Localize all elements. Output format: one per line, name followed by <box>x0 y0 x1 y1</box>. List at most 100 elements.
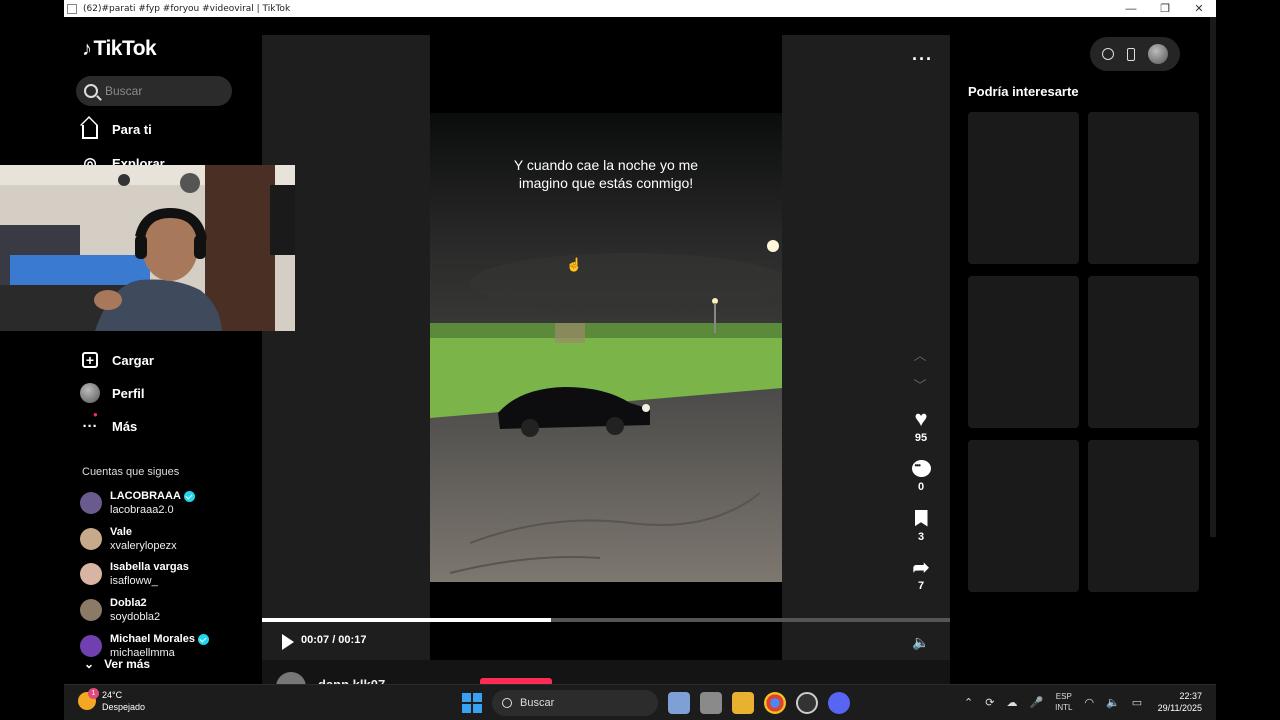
avatar <box>80 563 102 585</box>
more-options-button[interactable]: ··· <box>912 49 933 70</box>
account-handle: isafloww_ <box>110 575 158 587</box>
search-box[interactable] <box>76 76 232 106</box>
mouse-cursor-icon: ☝ <box>566 257 583 272</box>
restore-button[interactable]: ❐ <box>1148 2 1182 15</box>
recommendation-card[interactable] <box>968 440 1079 592</box>
share-count: 7 <box>917 580 925 592</box>
save-count: 3 <box>917 531 925 543</box>
chevron-down-icon: ⌄ <box>84 657 95 671</box>
recommendation-card[interactable] <box>1088 112 1199 264</box>
clock-date: 29/11/2025 <box>1157 703 1202 713</box>
account-name: Vale <box>110 526 133 538</box>
nav-label: Más <box>112 418 138 434</box>
recommendation-card[interactable] <box>1088 440 1199 592</box>
nav-item-perfil[interactable]: Perfil <box>80 383 145 403</box>
tiktok-logo[interactable]: ♪ TikTok <box>82 37 157 61</box>
like-button[interactable]: ♥ 95 <box>904 408 938 445</box>
cloud-icon[interactable]: ☁ <box>1006 696 1017 709</box>
comment-button[interactable]: 0 <box>904 457 938 493</box>
avatar <box>80 528 102 550</box>
volume-icon[interactable]: 🔈 <box>912 634 929 651</box>
see-more-label: Ver más <box>104 657 151 671</box>
system-clock[interactable]: 22:37 29/11/2025 <box>1152 690 1202 714</box>
following-account[interactable]: Dobla2 soydobla2 <box>80 596 160 624</box>
video-author-row: dann.klk07 <box>262 660 950 702</box>
phone-icon[interactable] <box>1126 47 1135 61</box>
language-indicator[interactable]: ESP INTL <box>1055 691 1072 713</box>
account-handle: soydobla2 <box>110 611 161 623</box>
widgets-app-icon[interactable] <box>668 692 690 714</box>
recommendation-card[interactable] <box>968 276 1079 428</box>
account-name: Isabella vargas <box>110 561 189 573</box>
profile-avatar[interactable] <box>1147 44 1168 64</box>
search-input[interactable] <box>105 84 215 98</box>
verified-icon <box>197 633 209 645</box>
battery-icon[interactable]: ▭ <box>1132 696 1142 709</box>
comment-count: 0 <box>917 481 925 493</box>
sync-icon[interactable]: ⟳ <box>985 696 994 709</box>
chrome-icon[interactable] <box>764 692 786 714</box>
account-handle: lacobraaa2.0 <box>110 504 174 516</box>
windows-start-icon[interactable] <box>462 693 482 713</box>
share-button[interactable]: ➦ 7 <box>904 556 938 593</box>
profile-avatar <box>80 383 100 403</box>
play-icon[interactable] <box>282 634 294 650</box>
weather-icon: 1 <box>78 688 99 710</box>
chevron-up-icon[interactable]: ⌃ <box>964 696 973 709</box>
tiktok-app: ♪ TikTok Para ti ◎ Explorar + Cargar Per… <box>64 17 1216 702</box>
share-icon: ➦ <box>912 556 930 579</box>
nav-item-cargar[interactable]: + Cargar <box>80 350 154 370</box>
windows-taskbar: 1 24°C Despejado Buscar ⌃ ⟳ ☁ 🎤 ESP INTL… <box>64 684 1216 720</box>
nav-item-mas[interactable]: ··· ● Más <box>80 410 138 436</box>
microphone-icon[interactable]: 🎤 <box>1029 696 1043 709</box>
tiktok-note-icon: ♪ <box>82 37 92 60</box>
bookmark-icon <box>914 509 928 527</box>
browser-app-icon <box>67 3 77 14</box>
video-caption: Y cuando cae la noche yo me imagino que … <box>513 157 699 191</box>
recommendation-card[interactable] <box>968 112 1079 264</box>
wifi-icon[interactable]: ◠ <box>1084 696 1094 709</box>
compass-icon[interactable] <box>1102 48 1115 60</box>
weather-widget[interactable]: 1 24°C Despejado <box>78 688 146 713</box>
following-account[interactable]: Vale xvalerylopezx <box>80 525 177 553</box>
nav-label: Cargar <box>112 352 154 368</box>
language-code: ESP <box>1055 692 1072 701</box>
logo-text: TikTok <box>93 37 157 60</box>
nav-label: Para ti <box>112 121 152 137</box>
following-account[interactable]: Michael Morales michaellmma <box>80 632 209 660</box>
close-button[interactable]: ✕ <box>1182 2 1216 15</box>
more-icon: ··· ● <box>82 410 98 435</box>
see-more-button[interactable]: ⌄ Ver más <box>84 657 150 671</box>
weather-condition: Despejado <box>102 702 146 712</box>
avatar <box>80 492 102 514</box>
speaker-icon[interactable]: 🔈 <box>1106 696 1120 709</box>
save-button[interactable]: 3 <box>904 507 938 543</box>
minimize-button[interactable]: — <box>1114 3 1148 15</box>
taskbar-search[interactable]: Buscar <box>492 690 658 716</box>
recommendation-card[interactable] <box>1088 276 1199 428</box>
following-title: Cuentas que sigues <box>82 466 180 478</box>
webcam-overlay <box>0 165 295 331</box>
like-count: 95 <box>914 432 928 444</box>
obs-icon[interactable] <box>796 692 818 714</box>
chevron-up-icon[interactable]: ︿ <box>913 345 927 363</box>
chevron-down-icon[interactable]: ﹀ <box>913 375 927 393</box>
top-right-toolbar <box>1090 37 1180 71</box>
search-icon <box>84 84 98 98</box>
discord-icon[interactable] <box>828 692 850 714</box>
video-progress-bar[interactable] <box>262 618 950 622</box>
taskbar-search-label: Buscar <box>520 697 555 709</box>
system-tray: ⌃ ⟳ ☁ 🎤 ESP INTL ◠ 🔈 ▭ <box>964 691 1142 713</box>
nav-item-para-ti[interactable]: Para ti <box>80 119 152 139</box>
weather-badge: 1 <box>88 688 99 699</box>
following-account[interactable]: LACOBRAAA lacobraaa2.0 <box>80 489 195 517</box>
task-view-icon[interactable] <box>700 692 722 714</box>
progress-fill <box>262 618 551 622</box>
file-explorer-icon[interactable] <box>732 692 754 714</box>
following-account[interactable]: Isabella vargas isafloww_ <box>80 560 189 588</box>
page-scrollbar[interactable] <box>1210 17 1216 537</box>
nav-label: Perfil <box>112 385 145 401</box>
notification-dot: ● <box>93 410 98 419</box>
search-icon <box>502 698 512 708</box>
home-icon <box>80 119 100 139</box>
